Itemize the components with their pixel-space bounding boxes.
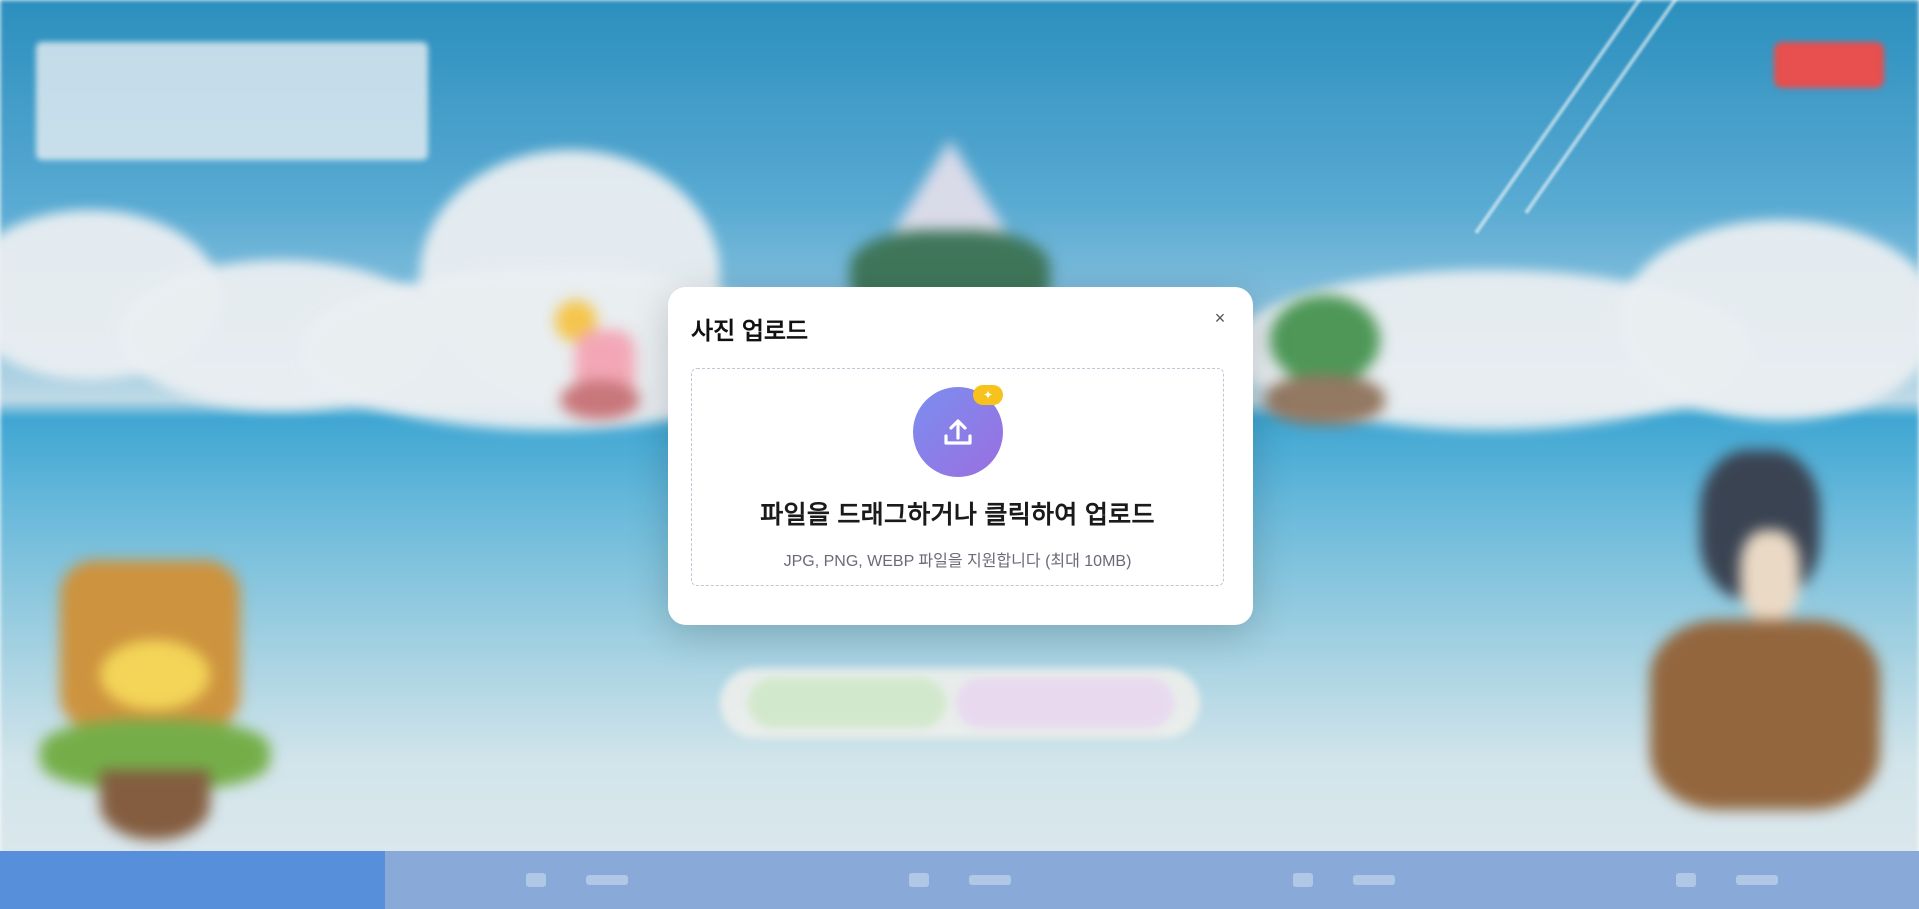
- upload-icon-circle: ✦: [913, 385, 1003, 477]
- modal-title: 사진 업로드: [691, 318, 809, 345]
- file-dropzone[interactable]: ✦ 파일을 드래그하거나 클릭하여 업로드 JPG, PNG, WEBP 파일을…: [691, 368, 1224, 586]
- close-icon: ×: [1214, 307, 1226, 328]
- photo-upload-modal: 사진 업로드 × ✦ 파일을 드래그하거나 클릭하여 업로드 JPG, PNG,…: [668, 287, 1253, 625]
- upload-icon: [944, 419, 972, 445]
- dropzone-subtitle: JPG, PNG, WEBP 파일을 지원합니다 (최대 10MB): [783, 553, 1132, 570]
- dropzone-title: 파일을 드래그하거나 클릭하여 업로드: [760, 501, 1155, 529]
- close-button[interactable]: ×: [1207, 305, 1233, 331]
- sparkle-icon: ✦: [973, 385, 1003, 405]
